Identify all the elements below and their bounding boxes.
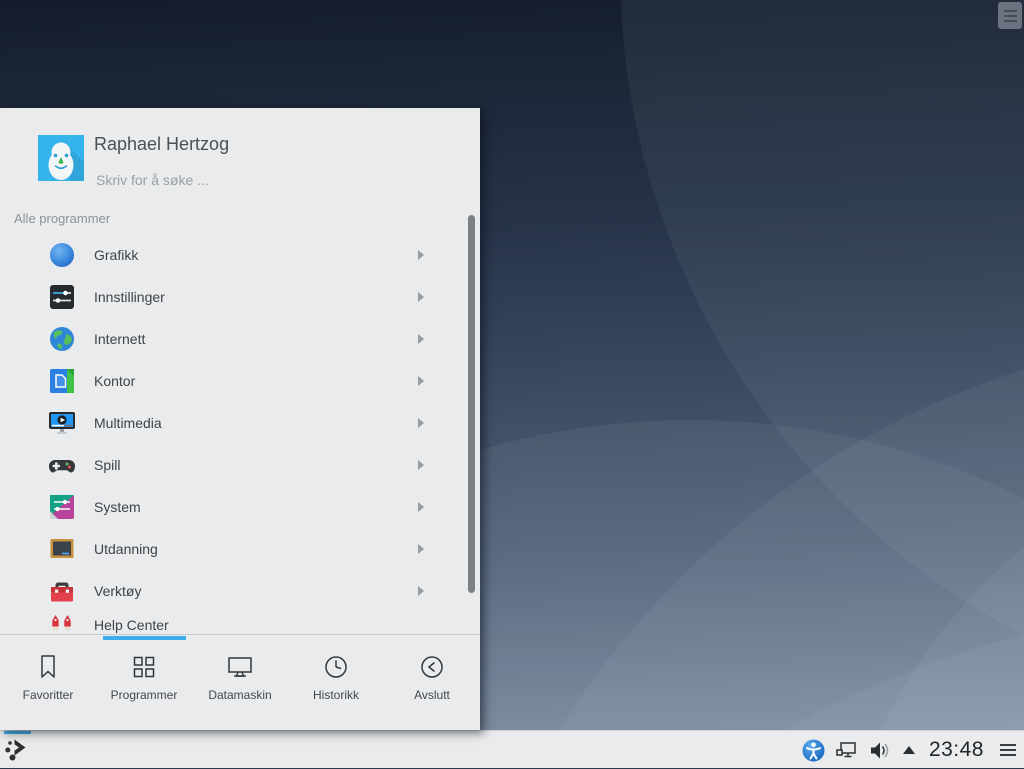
chevron-right-icon xyxy=(418,544,424,554)
accessibility-icon[interactable] xyxy=(802,739,825,762)
system-tray: 23:48 xyxy=(802,731,1018,769)
launcher-logo-icon xyxy=(3,736,33,766)
volume-icon[interactable] xyxy=(868,739,891,762)
search-input[interactable] xyxy=(94,168,454,192)
menu-item-kontor[interactable]: Kontor xyxy=(0,360,480,402)
menu-item-internett[interactable]: Internett xyxy=(0,318,480,360)
hamburger-icon xyxy=(1004,10,1017,12)
display-icon[interactable] xyxy=(835,739,858,762)
menu-item-innstillinger[interactable]: Innstillinger xyxy=(0,276,480,318)
hamburger-icon xyxy=(1004,20,1017,22)
system-sliders-icon xyxy=(48,493,76,521)
leave-icon xyxy=(416,651,448,683)
computer-monitor-icon xyxy=(224,651,256,683)
chevron-right-icon xyxy=(418,502,424,512)
category-list: Grafikk Innstillinger xyxy=(0,234,480,634)
applications-grid-icon xyxy=(128,651,160,683)
digital-clock[interactable]: 23:48 xyxy=(929,738,984,762)
application-launcher-popup: Raphael Hertzog Alle programmer Grafikk xyxy=(0,108,480,730)
tab-avslutt[interactable]: Avslutt xyxy=(384,635,480,730)
list-scrollbar[interactable] xyxy=(468,215,475,593)
utilities-toolbox-icon xyxy=(48,577,76,605)
menu-item-grafikk[interactable]: Grafikk xyxy=(0,234,480,276)
history-clock-icon xyxy=(320,651,352,683)
chevron-right-icon xyxy=(418,334,424,344)
user-name: Raphael Hertzog xyxy=(94,134,229,155)
education-blackboard-icon xyxy=(48,535,76,563)
panel-hamburger-icon[interactable] xyxy=(998,740,1018,760)
chevron-right-icon xyxy=(418,250,424,260)
chevron-right-icon xyxy=(418,376,424,386)
hamburger-icon xyxy=(1004,15,1017,17)
desktop-toolbox-button[interactable] xyxy=(998,2,1022,29)
menu-item-help-center[interactable]: Help Center xyxy=(0,604,480,634)
active-launcher-indicator xyxy=(4,731,31,734)
taskbar-panel: 23:48 xyxy=(0,730,1024,768)
chevron-right-icon xyxy=(418,418,424,428)
favorites-bookmark-icon xyxy=(32,651,64,683)
games-gamepad-icon xyxy=(48,451,76,479)
menu-item-utdanning[interactable]: Utdanning xyxy=(0,528,480,570)
tab-programmer[interactable]: Programmer xyxy=(96,635,192,730)
multimedia-player-icon xyxy=(48,409,76,437)
user-avatar[interactable] xyxy=(38,135,84,181)
breadcrumb-all-programs: Alle programmer xyxy=(14,211,110,226)
menu-item-multimedia[interactable]: Multimedia xyxy=(0,402,480,444)
tab-datamaskin[interactable]: Datamaskin xyxy=(192,635,288,730)
settings-sliders-icon xyxy=(48,283,76,311)
help-center-icon xyxy=(48,611,76,634)
tab-historikk[interactable]: Historikk xyxy=(288,635,384,730)
chevron-right-icon xyxy=(418,460,424,470)
launcher-tabbar: Favoritter Programmer Dat xyxy=(0,634,480,730)
internet-globe-icon xyxy=(48,325,76,353)
menu-item-spill[interactable]: Spill xyxy=(0,444,480,486)
expand-tray-caret-icon[interactable] xyxy=(901,744,917,756)
chevron-right-icon xyxy=(418,292,424,302)
chevron-right-icon xyxy=(418,586,424,596)
menu-item-system[interactable]: System xyxy=(0,486,480,528)
graphics-sphere-icon xyxy=(48,241,76,269)
tab-favoritter[interactable]: Favoritter xyxy=(0,635,96,730)
office-document-icon xyxy=(48,367,76,395)
application-launcher-button[interactable] xyxy=(0,731,34,769)
